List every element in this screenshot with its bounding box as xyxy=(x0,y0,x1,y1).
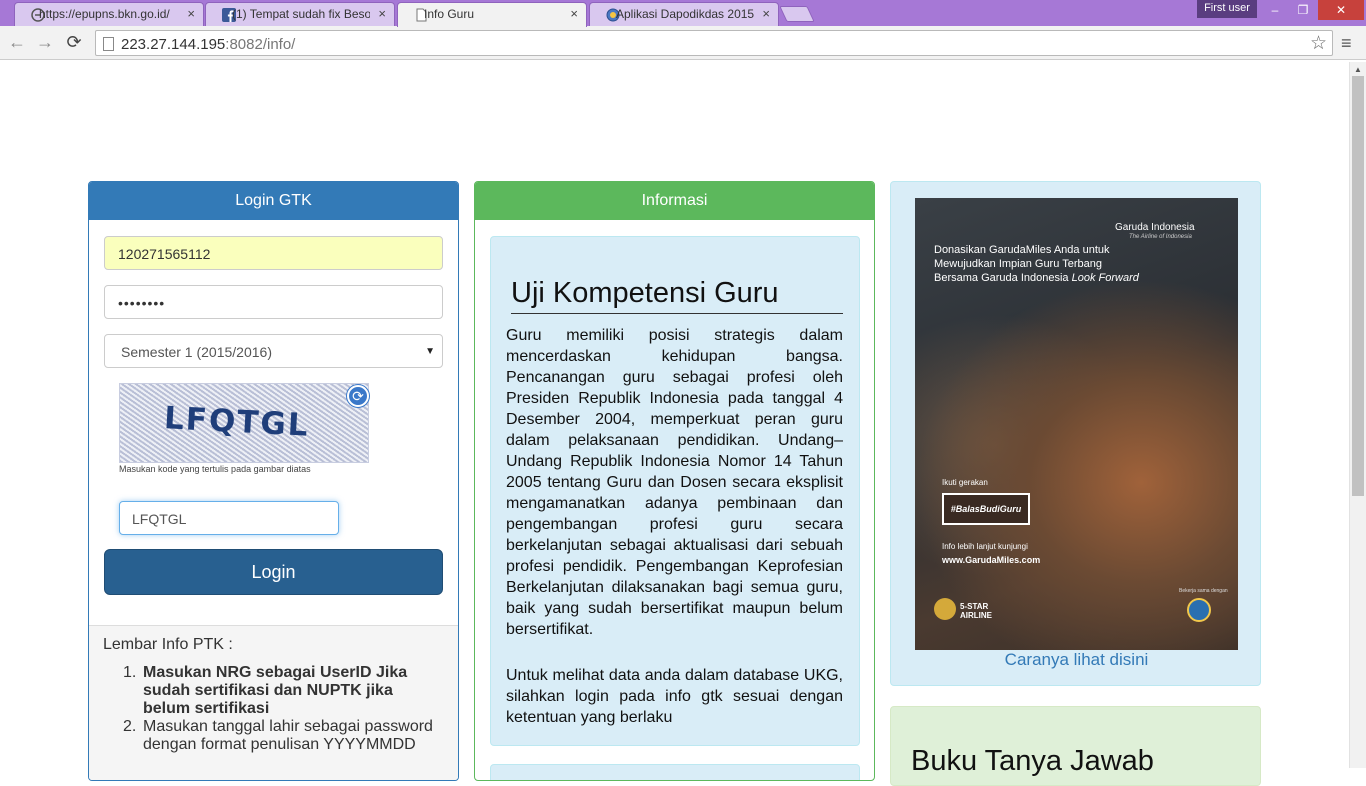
ad-info: Info lebih lanjut kunjungi xyxy=(942,542,1028,551)
info-number-2: 2. xyxy=(123,718,137,735)
info-item: Masukan tanggal lahir sebagai password d… xyxy=(143,718,433,753)
ukg-paragraph-2: Untuk melihat data anda dalam database U… xyxy=(506,667,843,726)
ad-airline: AIRLINE xyxy=(960,611,992,620)
star-award-icon xyxy=(934,598,956,620)
forward-icon[interactable]: → xyxy=(34,32,56,54)
captcha-text: LFQTGL xyxy=(163,400,311,444)
ad-url: www.GarudaMiles.com xyxy=(942,555,1041,565)
back-icon[interactable]: ← xyxy=(6,32,28,54)
page-icon xyxy=(103,37,114,51)
ad-link[interactable]: Caranya lihat disini xyxy=(891,650,1262,670)
ad-headline-2: Mewujudkan Impian Guru Terbang xyxy=(934,258,1102,270)
username-input[interactable]: 120271565112 xyxy=(104,236,443,270)
buku-panel: Buku Tanya Jawab xyxy=(890,706,1261,786)
browser-toolbar: ← → ⟳ 223.27.144.195:8082/info/ ☆ ≡ xyxy=(0,26,1366,60)
tab-info-guru[interactable]: Info Guru × xyxy=(397,2,587,27)
captcha-image: LFQTGL xyxy=(119,383,369,463)
profile-badge[interactable]: First user xyxy=(1197,0,1257,18)
password-input[interactable]: •••••••• xyxy=(104,285,443,319)
semester-select[interactable]: Semester 1 (2015/2016) ▼ xyxy=(104,334,443,368)
garuda-brand: Garuda Indonesia xyxy=(1115,222,1195,233)
captcha-input[interactable]: LFQTGL xyxy=(119,501,339,535)
refresh-captcha-icon[interactable]: ⟳ xyxy=(347,385,369,407)
ukg-heading: Uji Kompetensi Guru xyxy=(511,277,843,314)
new-tab-button[interactable] xyxy=(779,6,815,22)
info-number-1: 1. xyxy=(123,664,137,681)
tab-epupns[interactable]: https://epupns.bkn.go.id/ × xyxy=(14,2,204,26)
info-title: Lembar Info PTK : xyxy=(103,636,233,653)
bookmark-star-icon[interactable]: ☆ xyxy=(1310,32,1327,55)
tab-facebook[interactable]: (1) Tempat sudah fix Besok × xyxy=(205,2,395,26)
ad-partner: Bekerja sama dengan xyxy=(1179,588,1228,594)
ad-headline-3-line: Bersama Garuda Indonesia Look Forward xyxy=(934,272,1139,284)
kemdikbud-logo-icon xyxy=(1187,598,1211,622)
login-panel: Login GTK 120271565112 •••••••• Semester… xyxy=(88,181,459,781)
informasi-panel: Informasi Uji Kompetensi Guru Guru memil… xyxy=(474,181,875,781)
ad-ikuti: Ikuti gerakan xyxy=(942,478,988,487)
close-tab-icon[interactable]: × xyxy=(762,6,770,21)
menu-icon[interactable]: ≡ xyxy=(1341,33,1357,54)
semester-value: Semester 1 (2015/2016) xyxy=(121,344,272,360)
browser-chrome: https://epupns.bkn.go.id/ × (1) Tempat s… xyxy=(0,0,1366,62)
second-well xyxy=(490,764,860,780)
ad-headline-1: Donasikan GarudaMiles Anda untuk xyxy=(934,244,1110,256)
login-button[interactable]: Login xyxy=(104,549,443,595)
reload-icon[interactable]: ⟳ xyxy=(63,32,85,54)
scroll-up-icon[interactable]: ▲ xyxy=(1354,65,1362,74)
ad-panel: Garuda Indonesia The Airline of Indonesi… xyxy=(890,181,1261,686)
ad-photo-people xyxy=(915,278,1238,650)
tab-strip: https://epupns.bkn.go.id/ × (1) Tempat s… xyxy=(0,0,1366,27)
url-path: :8082/info/ xyxy=(225,36,296,53)
ad-headline-3: Bersama Garuda Indonesia xyxy=(934,272,1069,284)
ad-look-forward: Look Forward xyxy=(1071,272,1139,284)
tab-title: Info Guru xyxy=(424,7,475,21)
scrollbar-thumb[interactable] xyxy=(1352,76,1364,496)
informasi-panel-title: Informasi xyxy=(475,182,874,220)
page-scrollbar[interactable]: ▲ xyxy=(1349,62,1366,768)
ad-hashtag: #BalasBudiGuru xyxy=(942,493,1030,525)
info-footer: Lembar Info PTK : 1. Masukan NRG sebagai… xyxy=(89,625,458,780)
url-host: 223.27.144.195 xyxy=(121,36,226,53)
chevron-down-icon: ▼ xyxy=(425,346,435,357)
ad-stars: 5-STAR xyxy=(960,602,989,611)
tab-dapodikdas[interactable]: Aplikasi Dapodikdas 2015 × xyxy=(589,2,779,26)
close-tab-icon[interactable]: × xyxy=(570,6,578,21)
garuda-ad-banner[interactable]: Garuda Indonesia The Airline of Indonesi… xyxy=(915,198,1238,650)
tab-title: https://epupns.bkn.go.id/ xyxy=(39,7,170,21)
garuda-brand-sub: The Airline of Indonesia xyxy=(1129,234,1192,240)
captcha-hint: Masukan kode yang tertulis pada gambar d… xyxy=(119,464,311,474)
ukg-well: Uji Kompetensi Guru Guru memiliki posisi… xyxy=(490,236,860,746)
close-window-icon[interactable]: ✕ xyxy=(1318,0,1364,20)
close-tab-icon[interactable]: × xyxy=(378,6,386,21)
close-tab-icon[interactable]: × xyxy=(187,6,195,21)
login-panel-title: Login GTK xyxy=(89,182,458,220)
restore-icon[interactable]: ❐ xyxy=(1290,0,1316,20)
tab-title: Aplikasi Dapodikdas 2015 xyxy=(616,7,754,21)
buku-heading: Buku Tanya Jawab xyxy=(911,745,1154,777)
tab-title: (1) Tempat sudah fix Besok xyxy=(232,7,370,21)
info-item: Masukan NRG sebagai UserID Jika sudah se… xyxy=(143,664,408,717)
address-bar[interactable]: 223.27.144.195:8082/info/ ☆ xyxy=(95,30,1333,56)
ukg-paragraph-1: Guru memiliki posisi strategis dalam men… xyxy=(506,327,843,638)
minimize-icon[interactable]: – xyxy=(1262,0,1288,20)
